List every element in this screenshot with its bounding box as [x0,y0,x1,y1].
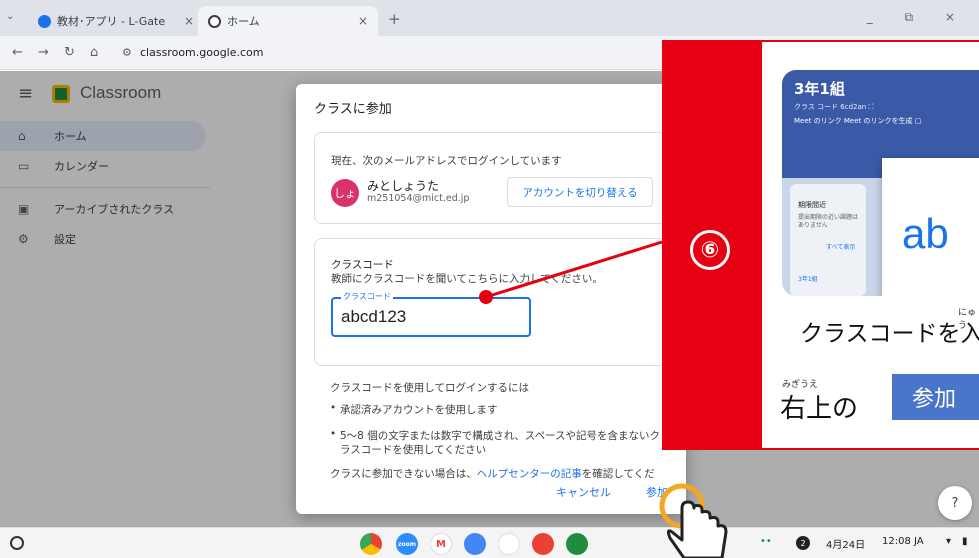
new-tab-button[interactable]: + [388,10,401,28]
gmail-icon[interactable]: M [430,533,452,555]
hand-shape [666,500,728,558]
class-code-description: 教師にクラスコードを聞いてこちらに入力してください。 [331,273,603,285]
step-number: ⑥ [690,230,730,270]
lgate-favicon-icon [38,14,51,28]
site-info-icon[interactable]: ⚙ [122,46,132,59]
upcoming-title: 期限間近 [798,201,826,209]
zoom-icon[interactable]: zoom [396,533,418,555]
reload-icon[interactable]: ↻ [64,45,75,60]
tab-title: 教材･アプリ - L-Gate [57,15,166,28]
lgate-icon[interactable] [498,533,520,555]
date-label[interactable]: 4月24日 [826,536,865,551]
code-zoom-card: ab [882,158,979,296]
user-name: みとしょうた [367,179,440,193]
chrome-icon[interactable] [360,533,382,555]
upcoming-card: 期限間近 提出期限の近い課題はありません すべて表示 3年1組 [790,184,866,296]
tab-close-icon[interactable]: × [184,14,194,28]
info-heading: クラスコードを使用してログインするには [330,382,529,394]
wifi-icon[interactable]: ▾ [946,536,951,547]
tab-title: ホーム [227,15,260,28]
info-bullet: 5～8 個の文字または数字で構成され、スペースや記号を含まないク [330,428,660,443]
dialog-actions: キャンセル 参加 [296,476,686,514]
code-zoom-text: ab [902,210,949,257]
hand-cursor-icon [659,483,728,558]
class-code-input[interactable]: クラスコード abcd123 [331,291,531,337]
upcoming-desc: 提出期限の近い課題はありません [798,214,859,230]
launcher-icon[interactable] [10,536,24,550]
class-code-value: abcd123 [341,307,407,326]
docs-icon[interactable] [464,533,486,555]
class-name: 3年1組 [794,80,845,98]
join-class-dialog: クラスに参加 現在、次のメールアドレスでログインしています しょ みとしょうた … [296,84,686,514]
dialog-title: クラスに参加 [314,102,392,117]
globe-favicon-icon [208,14,221,28]
forward-icon[interactable]: → [38,45,49,60]
browser-tab-bar: ⌄ 教材･アプリ - L-Gate × ホーム × + _ ⧉ × [0,0,979,36]
tab-home[interactable]: ホーム × [198,6,378,36]
info-bullet-cont: ラスコードを使用してください [340,444,487,456]
palette-icon[interactable] [532,533,554,555]
view-all-link: すべて表示 [826,244,856,251]
classroom-icon[interactable] [566,533,588,555]
tab-search-icon[interactable]: ⌄ [6,11,14,22]
class-small-label: 3年1組 [798,276,818,283]
url-field[interactable]: classroom.google.com [140,46,264,59]
back-icon[interactable]: ← [12,45,23,60]
tutorial-join-button: 参加 [892,374,979,420]
class-code-card: クラスコード 教師にクラスコードを聞いてこちらに入力してください。 クラスコード… [314,238,668,366]
avatar: しょ [331,179,359,207]
tutorial-screenshot: 3年1組 クラス コード 6cd2an ⛶ Meet のリンク Meet のリン… [782,70,979,296]
help-button[interactable]: ? [938,486,972,520]
cancel-button[interactable]: キャンセル [556,484,611,500]
taskbar: zoom M •• 2 4月24日 12:08 JA ▾ ▮ [0,527,979,558]
account-card: 現在、次のメールアドレスでログインしています しょ みとしょうた m251054… [314,132,668,224]
switch-account-button[interactable]: アカウントを切り替える [507,177,653,207]
user-email: m251054@mict.ed.jp [367,193,470,204]
class-code-heading: クラスコード [331,259,394,271]
meet-line: Meet のリンク Meet のリンクを生成 ▢ [794,117,922,125]
tab-close-icon[interactable]: × [358,14,368,28]
tab-lgate[interactable]: 教材･アプリ - L-Gate × [28,6,204,36]
login-notice: 現在、次のメールアドレスでログインしています [331,155,562,167]
window-controls[interactable]: _ ⧉ × [867,10,969,25]
instruction-line-2: 右上の [780,394,859,424]
instruction-line-1: クラスコードを入 [800,321,979,347]
class-code-line: クラス コード 6cd2an ⛶ [794,103,874,111]
battery-icon[interactable]: ▮ [962,536,968,547]
class-code-input-label: クラスコード [341,291,393,302]
home-button-icon[interactable]: ⌂ [90,45,98,60]
time-label[interactable]: 12:08 JA [882,536,924,547]
tutorial-panel: 3年1組 クラス コード 6cd2an ⛶ Meet のリンク Meet のリン… [762,40,979,450]
notification-badge[interactable]: 2 [796,536,810,550]
info-bullet: 承認済みアカウントを使用します [330,402,497,417]
